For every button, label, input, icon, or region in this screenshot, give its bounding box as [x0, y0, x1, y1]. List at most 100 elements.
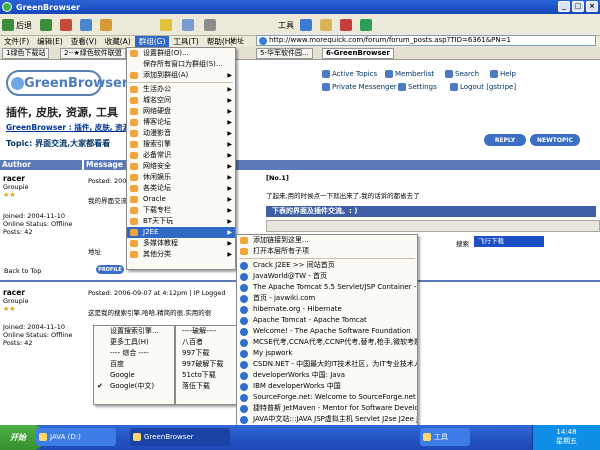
submenu-arrow-icon: ▶ [227, 108, 232, 115]
bookmark-item[interactable]: Welcome! - The Apache Software Foundatio… [237, 326, 417, 337]
bookmark-item[interactable]: JAVA中文站:::JAVA JSP虚拟主机 Servlet J2se J2ee… [237, 414, 417, 425]
open-all-children[interactable]: 打开本层所有子项 [237, 246, 417, 257]
reply-button[interactable]: REPLY [484, 134, 526, 146]
check-icon: ✔ [97, 382, 103, 390]
breadcrumb[interactable]: GreenBrowser : 插件, 皮肤, 资源 [6, 122, 130, 133]
group-menu-item[interactable]: 生活办公 ▶ [127, 84, 235, 95]
bookmark-item[interactable]: hibernate.org - Hibernate [237, 304, 417, 315]
search-997[interactable]: 997下载 [176, 348, 236, 359]
tab-2[interactable]: 2--★绿色软件联盟 [60, 48, 126, 59]
search-baidu[interactable]: 百度 [94, 359, 174, 370]
group-menu: 设置群组(O)... 保存所有窗口为群组(S)... 添加到群组(A) ▶ 生活办… [126, 47, 236, 270]
group-menu-item[interactable]: 设置群组(O)... [127, 48, 235, 59]
group-menu-item[interactable]: 网络安全 ▶ [127, 161, 235, 172]
mail-button[interactable] [320, 17, 332, 33]
stop-button[interactable] [60, 17, 72, 33]
search-google-cn[interactable]: ✔ Google(中文) [94, 381, 174, 392]
group-menu-item[interactable]: 必备常识 ▶ [127, 150, 235, 161]
group-menu-item[interactable]: 添加到群组(A) ▶ [127, 70, 235, 81]
bookmark-item[interactable]: 首页 - javwiki.com [237, 293, 417, 304]
nav-logout[interactable]: Logout [gstripe] [450, 83, 516, 91]
tab-1[interactable]: 1绿色下载站 [2, 48, 50, 59]
maximize-button[interactable]: □ [572, 1, 584, 12]
popup-block-button[interactable] [340, 17, 352, 33]
submenu-arrow-icon: ▶ [227, 196, 232, 203]
task-explorer[interactable]: JAVA (D:) [36, 428, 116, 446]
nav-active-topics[interactable]: Active Topics [322, 70, 377, 78]
menu-tools[interactable]: 工具(T) [169, 36, 202, 47]
favorites-button[interactable] [160, 17, 172, 33]
group-menu-item[interactable]: BT天下玩 ▶ [127, 216, 235, 227]
tools-button[interactable]: 工具 [278, 17, 294, 33]
post-author[interactable]: racer [3, 174, 25, 183]
bookmark-item[interactable]: MCSE代考,CCNA代考,CCNP代考,替考,枪手,微软考题,思科... [237, 337, 417, 348]
history-button[interactable] [182, 17, 194, 33]
group-menu-item[interactable]: 网络硬盘 ▶ [127, 106, 235, 117]
task-greenbrowser[interactable]: GreenBrowser [130, 428, 230, 446]
task-tools[interactable]: 工具 [420, 428, 470, 446]
nav-search[interactable]: Search [445, 70, 479, 78]
home-button[interactable] [100, 17, 112, 33]
bookmark-item[interactable]: 捷特普斯 JetMaven - Mentor for Software Deve… [237, 403, 417, 414]
flash-button[interactable] [360, 17, 372, 33]
bookmark-item[interactable]: The Apache Tomcat 5.5 Servlet/JSP Contai… [237, 282, 417, 293]
group-menu-item[interactable]: 下载专栏 ▶ [127, 205, 235, 216]
ie-page-icon [240, 405, 248, 413]
profile-button[interactable]: PROFILE [96, 265, 124, 274]
menu-favorites[interactable]: 收藏(A) [101, 36, 135, 47]
add-link-here[interactable]: 添加链接到这里... [237, 235, 417, 246]
menu-file[interactable]: 文件(F) [0, 36, 33, 47]
address-input[interactable]: http://www.morequick.com/forum/forum_pos… [256, 35, 596, 46]
group-menu-item-j2ee[interactable]: J2EE ▶ [127, 227, 235, 238]
bookmark-item[interactable]: Apache Tomcat - Apache Tomcat [237, 315, 417, 326]
bookmark-item[interactable]: My jspwork [237, 348, 417, 359]
close-button[interactable]: × [586, 1, 598, 12]
forward-button[interactable] [40, 17, 52, 33]
nav-private-messenger[interactable]: Private Messenger [322, 83, 397, 91]
ie-page-icon [240, 383, 248, 391]
forum-logo[interactable]: GreenBrowser [6, 70, 128, 96]
search-luowu[interactable]: 落伍下载 [176, 381, 236, 392]
search-51cto[interactable]: 51cto下载 [176, 370, 236, 381]
bookmark-item[interactable]: Crack J2EE >> 同站首页 [237, 260, 417, 271]
ie-icon [300, 19, 312, 31]
search-google[interactable]: Google [94, 370, 174, 381]
search-800[interactable]: 八百者 [176, 337, 236, 348]
minimize-button[interactable]: _ [558, 1, 570, 12]
group-menu-item[interactable]: 博客论坛 ▶ [127, 117, 235, 128]
group-menu-item[interactable]: 动漫影音 ▶ [127, 128, 235, 139]
group-menu-item[interactable]: 多媒体教程 ▶ [127, 238, 235, 249]
nav-settings[interactable]: Settings [398, 83, 437, 91]
embedded-search-input[interactable]: 飞行下载 [474, 236, 544, 247]
bookmark-item[interactable]: CSDN.NET - 中国最大的IT技术社区，为IT专业技术人员... [237, 359, 417, 370]
bookmark-item[interactable]: JavaWorld@TW - 首页 [237, 271, 417, 282]
print-button[interactable] [204, 17, 216, 33]
post-author[interactable]: racer [3, 288, 25, 297]
nav-help[interactable]: Help [490, 70, 516, 78]
menu-group[interactable]: 群组(G) [134, 36, 170, 47]
group-menu-item[interactable]: 休闲娱乐 ▶ [127, 172, 235, 183]
bookmark-item[interactable]: developerWorks 中国: Java [237, 370, 417, 381]
group-menu-item[interactable]: 各类论坛 ▶ [127, 183, 235, 194]
group-menu-item[interactable]: 其他分类 ▶ [127, 249, 235, 260]
menu-view[interactable]: 查看(V) [67, 36, 101, 47]
search-997-crack[interactable]: 997破解下载 [176, 359, 236, 370]
bookmark-item[interactable]: IBM developerWorks 中国 [237, 381, 417, 392]
tab-6[interactable]: 6-GreenBrowser [322, 48, 394, 59]
new-topic-button[interactable]: NEWTOPIC [530, 134, 580, 146]
ie-button[interactable] [300, 17, 312, 33]
group-menu-item[interactable]: Oracle ▶ [127, 194, 235, 205]
more-tools[interactable]: 更多工具(H) [94, 337, 174, 348]
group-menu-item[interactable]: 保存所有窗口为群组(S)... [127, 59, 235, 70]
group-menu-item[interactable]: 搜索引擎 ▶ [127, 139, 235, 150]
set-search-engine[interactable]: 设置搜索引擎... [94, 326, 174, 337]
back-to-top-link[interactable]: Back to Top [4, 267, 41, 275]
refresh-button[interactable] [80, 17, 92, 33]
group-menu-item[interactable]: 城名空间 ▶ [127, 95, 235, 106]
nav-memberlist[interactable]: Memberlist [385, 70, 434, 78]
menu-edit[interactable]: 编辑(E) [33, 36, 67, 47]
j2ee-submenu: 添加链接到这里... 打开本层所有子项 Crack J2EE >> 同站首页 J… [236, 234, 418, 436]
tab-5[interactable]: 5-华军软件园... [256, 48, 313, 59]
back-button[interactable]: 后退 [2, 17, 32, 33]
bookmark-item[interactable]: SourceForge.net: Welcome to SourceForge.… [237, 392, 417, 403]
